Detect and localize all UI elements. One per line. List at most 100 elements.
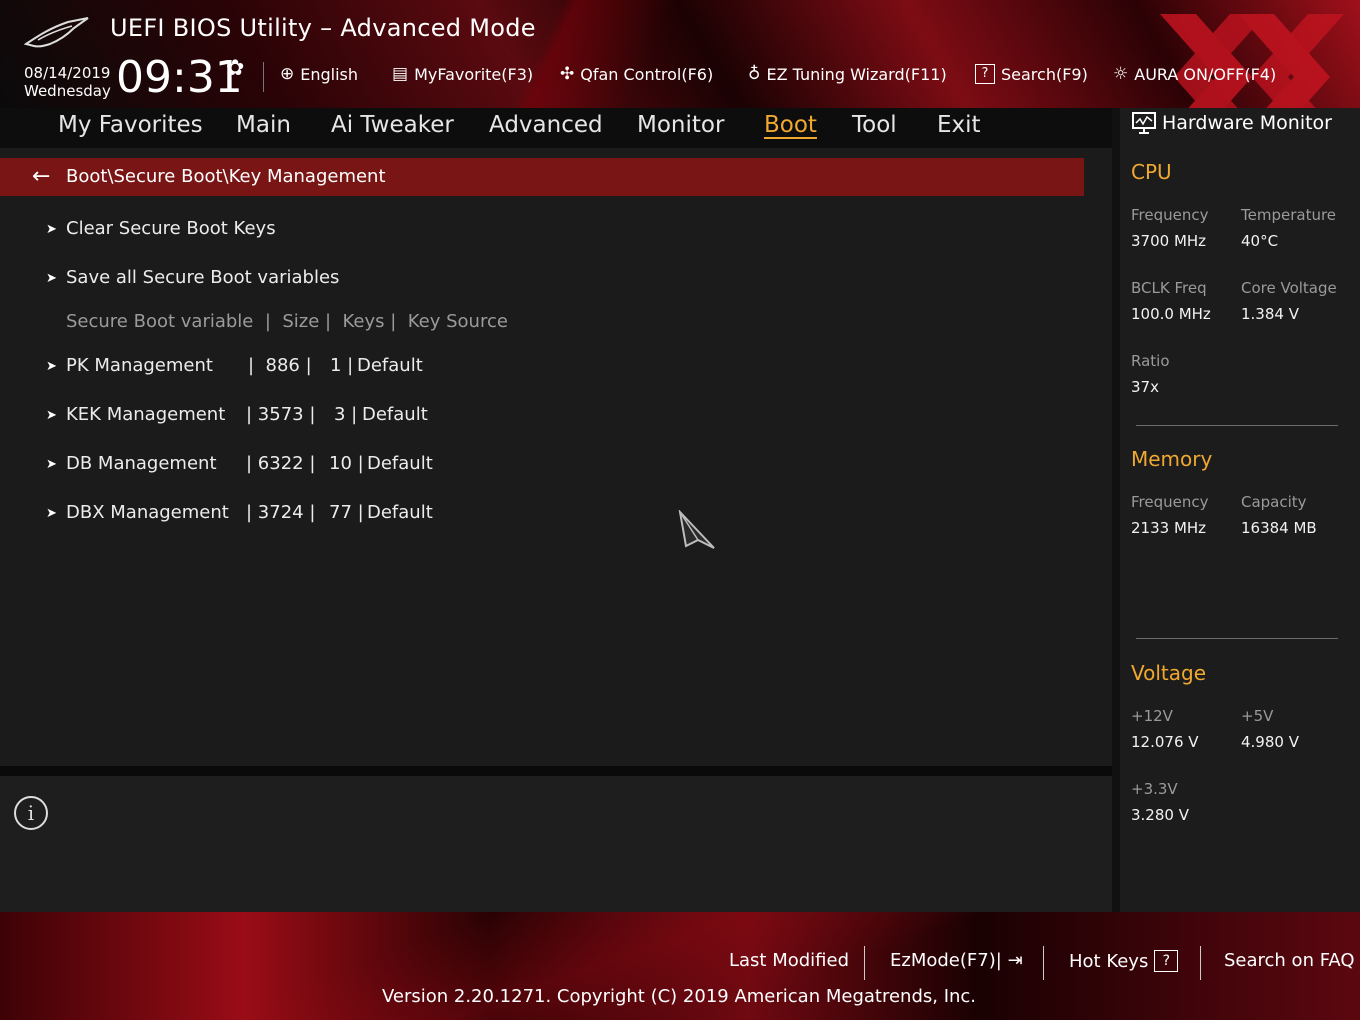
fan-icon: ✣ xyxy=(560,64,575,84)
cpu-frequency-label: Frequency xyxy=(1131,206,1209,224)
tab-my-favorites[interactable]: My Favorites xyxy=(58,112,203,138)
help-panel xyxy=(0,776,1112,912)
date-text: 08/14/2019 xyxy=(24,64,111,82)
panel-divider xyxy=(0,766,1112,776)
myfavorite-button[interactable]: ▤ MyFavorite(F3) xyxy=(392,64,533,84)
last-modified-button[interactable]: Last Modified xyxy=(729,950,849,971)
gear-icon[interactable]: ✿ xyxy=(226,56,244,81)
question-box-icon: ? xyxy=(1154,950,1179,972)
hardware-monitor-title: Hardware Monitor xyxy=(1162,112,1332,134)
chevron-right-icon: ➤ xyxy=(46,408,57,423)
version-text: Version 2.20.1271. Copyright (C) 2019 Am… xyxy=(0,986,1360,1007)
ratio-label: Ratio xyxy=(1131,352,1170,370)
chevron-right-icon: ➤ xyxy=(46,222,57,237)
db-source: Default xyxy=(367,453,433,474)
hot-keys-label: Hot Keys xyxy=(1069,950,1149,972)
hardware-monitor-header: Hardware Monitor xyxy=(1132,112,1332,134)
tab-tool[interactable]: Tool xyxy=(852,112,897,138)
ez-tuning-wizard-button[interactable]: ♁ EZ Tuning Wizard(F11) xyxy=(748,64,947,84)
memory-capacity-label: Capacity xyxy=(1241,493,1307,511)
aura-toggle-button[interactable]: ☼ AURA ON/OFF(F4) xyxy=(1113,64,1276,84)
dbx-source: Default xyxy=(367,502,433,523)
aura-label: AURA ON/OFF(F4) xyxy=(1134,64,1277,84)
monitor-icon xyxy=(1132,112,1156,134)
tab-main[interactable]: Main xyxy=(236,112,291,138)
ezmode-button[interactable]: EzMode(F7)| ⇥ xyxy=(890,950,1023,971)
dbx-size: | 3724 | xyxy=(246,502,316,523)
core-voltage-label: Core Voltage xyxy=(1241,279,1337,297)
v5-value: 4.980 V xyxy=(1241,733,1299,751)
bclk-label: BCLK Freq xyxy=(1131,279,1207,297)
search-label: Search(F9) xyxy=(1001,64,1088,84)
breadcrumb: Boot\Secure Boot\Key Management xyxy=(66,166,386,187)
toolbar-divider xyxy=(263,62,264,92)
memory-heading: Memory xyxy=(1131,447,1213,471)
rog-logo xyxy=(24,17,89,48)
version-label: Version 2.20.1271. Copyright (C) 2019 Am… xyxy=(381,986,977,1007)
dbx-keys: 77 | xyxy=(329,502,364,523)
tab-monitor[interactable]: Monitor xyxy=(637,112,724,138)
language-label: English xyxy=(300,64,359,84)
search-faq-button[interactable]: Search on FAQ xyxy=(1224,950,1355,971)
tab-ai-tweaker[interactable]: Ai Tweaker xyxy=(331,112,454,138)
language-button[interactable]: ⊕ English xyxy=(280,64,358,84)
mouse-cursor-icon xyxy=(678,510,715,549)
save-secure-boot-variables-item[interactable]: Save all Secure Boot variables xyxy=(66,267,339,288)
kek-keys: 3 | xyxy=(334,404,358,425)
kek-size: | 3573 | xyxy=(246,404,316,425)
core-voltage-value: 1.384 V xyxy=(1241,305,1299,323)
ezmode-label: EzMode(F7)| xyxy=(890,950,1002,971)
hw-separator xyxy=(1136,425,1338,426)
back-arrow-icon[interactable]: ← xyxy=(32,164,50,189)
v12-value: 12.076 V xyxy=(1131,733,1199,751)
ratio-value: 37x xyxy=(1131,378,1159,396)
qfan-control-button[interactable]: ✣ Qfan Control(F6) xyxy=(560,64,713,84)
cpu-heading: CPU xyxy=(1131,160,1172,184)
footer-divider xyxy=(864,946,865,980)
exit-arrow-icon: ⇥ xyxy=(1007,950,1023,971)
voltage-heading: Voltage xyxy=(1131,661,1207,685)
weekday-text: Wednesday xyxy=(24,82,111,100)
memory-frequency-value: 2133 MHz xyxy=(1131,519,1207,537)
pk-management-item[interactable]: PK Management xyxy=(66,355,213,376)
clock: 09:31 xyxy=(116,52,243,103)
myfavorite-label: MyFavorite(F3) xyxy=(414,64,534,84)
search-button[interactable]: ? Search(F9) xyxy=(975,64,1088,84)
db-management-item[interactable]: DB Management xyxy=(66,453,217,474)
v12-label: +12V xyxy=(1131,707,1173,725)
bulb-icon: ♁ xyxy=(748,64,761,84)
pk-source: Default xyxy=(357,355,423,376)
v33-label: +3.3V xyxy=(1131,780,1178,798)
tab-exit[interactable]: Exit xyxy=(937,112,981,138)
db-keys: 10 | xyxy=(329,453,364,474)
tab-boot[interactable]: Boot xyxy=(764,112,817,138)
memory-capacity-value: 16384 MB xyxy=(1241,519,1317,537)
chevron-right-icon: ➤ xyxy=(46,457,57,472)
pk-size: | 886 | xyxy=(248,355,312,376)
window-title: UEFI BIOS Utility – Advanced Mode xyxy=(110,14,536,42)
favorite-list-icon: ▤ xyxy=(392,64,409,84)
db-size: | 6322 | xyxy=(246,453,316,474)
bclk-value: 100.0 MHz xyxy=(1131,305,1211,323)
footer-divider xyxy=(1200,946,1201,980)
chevron-right-icon: ➤ xyxy=(46,506,57,521)
kek-management-item[interactable]: KEK Management xyxy=(66,404,225,425)
pk-keys: 1 | xyxy=(330,355,354,376)
hot-keys-button[interactable]: Hot Keys ? xyxy=(1069,950,1179,972)
table-header: Secure Boot variable | Size | Keys | Key… xyxy=(66,311,508,332)
hw-separator xyxy=(1136,638,1338,639)
globe-icon: ⊕ xyxy=(280,64,295,84)
date-display: 08/14/2019 Wednesday xyxy=(24,64,111,100)
chevron-right-icon: ➤ xyxy=(46,271,57,286)
dbx-management-item[interactable]: DBX Management xyxy=(66,502,229,523)
aura-light-icon: ☼ xyxy=(1113,64,1129,84)
ez-tuning-label: EZ Tuning Wizard(F11) xyxy=(766,64,947,84)
question-box-icon: ? xyxy=(975,64,995,84)
tab-advanced[interactable]: Advanced xyxy=(489,112,603,138)
kek-source: Default xyxy=(362,404,428,425)
footer-divider xyxy=(1043,946,1044,980)
chevron-right-icon: ➤ xyxy=(46,359,57,374)
qfan-label: Qfan Control(F6) xyxy=(580,64,714,84)
cpu-temperature-value: 40°C xyxy=(1241,232,1279,250)
clear-secure-boot-keys-item[interactable]: Clear Secure Boot Keys xyxy=(66,218,276,239)
